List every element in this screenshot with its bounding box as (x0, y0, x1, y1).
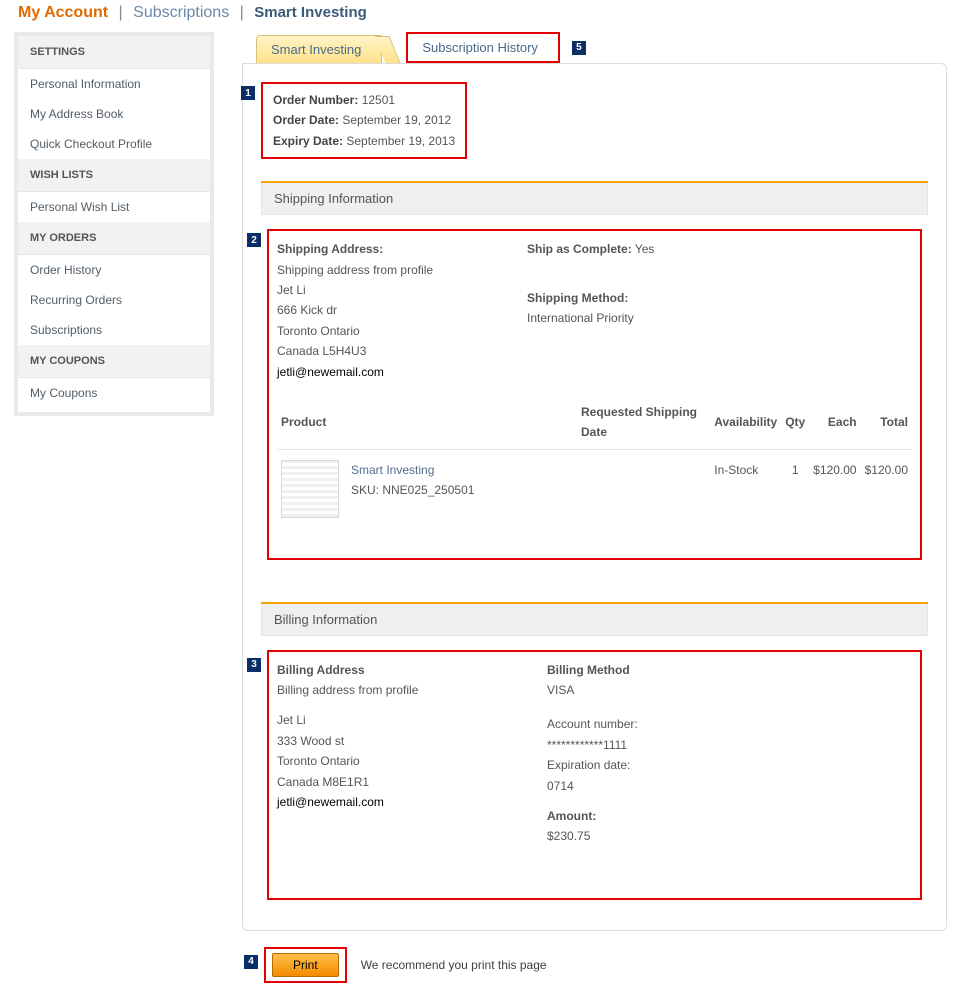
ship-complete-label: Ship as Complete: (527, 242, 632, 256)
shipping-country-postal: Canada L5H4U3 (277, 341, 487, 361)
sidebar-header-my-orders: MY ORDERS (18, 222, 210, 255)
sidebar-item-personal-wish-list[interactable]: Personal Wish List (18, 192, 210, 222)
billing-city-region: Toronto Ontario (277, 751, 507, 771)
billing-address-label: Billing Address (277, 660, 507, 680)
product-table: Product Requested Shipping Date Availabi… (277, 396, 912, 528)
shipping-address-note: Shipping address from profile (277, 260, 487, 280)
marker-1: 1 (241, 86, 255, 100)
sidebar-header-settings: SETTINGS (18, 36, 210, 69)
product-sku: SKU: NNE025_250501 (351, 480, 474, 500)
billing-method-block: Billing Method VISA Account number: ****… (547, 660, 867, 847)
ship-complete-value: Yes (635, 242, 655, 256)
tabs: Smart Investing Subscription History 5 (242, 32, 947, 63)
marker-3: 3 (247, 658, 261, 672)
sidebar-item-my-coupons[interactable]: My Coupons (18, 378, 210, 412)
col-qty: Qty (781, 396, 809, 449)
shipping-method-label: Shipping Method: (527, 288, 847, 308)
billing-method-value: VISA (547, 680, 867, 700)
shipping-city-region: Toronto Ontario (277, 321, 487, 341)
cell-total: $120.00 (861, 449, 912, 528)
billing-address-block: Billing Address Billing address from pro… (277, 660, 507, 847)
sidebar-item-subscriptions[interactable]: Subscriptions (18, 315, 210, 345)
callout-2: 2 Shipping Address: Shipping address fro… (267, 229, 922, 560)
col-each: Each (809, 396, 860, 449)
separator: | (119, 4, 123, 21)
main-content: Smart Investing Subscription History 5 1… (242, 32, 947, 983)
sidebar: SETTINGS Personal Information My Address… (14, 32, 214, 416)
billing-email: jetli@newemail.com (277, 792, 507, 812)
breadcrumb-my-account[interactable]: My Account (18, 4, 108, 21)
callout-5: Subscription History (406, 32, 560, 63)
amount-label: Amount: (547, 806, 867, 826)
panel: 1 Order Number: 12501 Order Date: Septem… (242, 63, 947, 931)
callout-3: 3 Billing Address Billing address from p… (267, 650, 922, 900)
expiry-date-label: Expiry Date: (273, 134, 343, 148)
col-requested-date: Requested Shipping Date (577, 396, 710, 449)
col-total: Total (861, 396, 912, 449)
shipping-method-block: Ship as Complete: Yes Shipping Method: I… (527, 239, 847, 382)
breadcrumb-current: Smart Investing (254, 4, 367, 21)
breadcrumb-subscriptions[interactable]: Subscriptions (133, 4, 229, 21)
table-row: Smart Investing SKU: NNE025_250501 In-St… (277, 449, 912, 528)
shipping-email: jetli@newemail.com (277, 362, 487, 382)
order-date-label: Order Date: (273, 113, 339, 127)
sidebar-item-recurring-orders[interactable]: Recurring Orders (18, 285, 210, 315)
shipping-section-title: Shipping Information (261, 183, 928, 215)
billing-name: Jet Li (277, 710, 507, 730)
cell-requested-date (577, 449, 710, 528)
shipping-address-label: Shipping Address: (277, 239, 487, 259)
expiry-date-value: September 19, 2013 (346, 134, 455, 148)
separator: | (240, 4, 244, 21)
account-number-value: ************1111 (547, 735, 867, 755)
order-meta: Order Number: 12501 Order Date: Septembe… (273, 90, 455, 151)
order-date-value: September 19, 2012 (342, 113, 451, 127)
shipping-address-block: Shipping Address: Shipping address from … (277, 239, 487, 382)
sidebar-item-order-history[interactable]: Order History (18, 255, 210, 285)
sidebar-item-my-address-book[interactable]: My Address Book (18, 99, 210, 129)
order-number-value: 12501 (362, 93, 395, 107)
billing-country-postal: Canada M8E1R1 (277, 772, 507, 792)
billing-address-note: Billing address from profile (277, 680, 507, 700)
print-row: 4 Print We recommend you print this page (264, 947, 947, 983)
shipping-name: Jet Li (277, 280, 487, 300)
expiration-label: Expiration date: (547, 755, 867, 775)
sidebar-header-wishlists: WISH LISTS (18, 159, 210, 192)
marker-4: 4 (244, 955, 258, 969)
sidebar-item-quick-checkout-profile[interactable]: Quick Checkout Profile (18, 129, 210, 159)
shipping-method-value: International Priority (527, 308, 847, 328)
billing-street: 333 Wood st (277, 731, 507, 751)
amount-value: $230.75 (547, 826, 867, 846)
product-thumbnail (281, 460, 339, 518)
col-availability: Availability (710, 396, 781, 449)
billing-section-title: Billing Information (261, 604, 928, 636)
breadcrumb: My Account | Subscriptions | Smart Inves… (0, 0, 959, 32)
marker-5: 5 (572, 41, 586, 55)
billing-method-label: Billing Method (547, 660, 867, 680)
account-number-label: Account number: (547, 714, 867, 734)
print-button[interactable]: Print (272, 953, 339, 977)
expiration-value: 0714 (547, 776, 867, 796)
sidebar-header-my-coupons: MY COUPONS (18, 345, 210, 378)
order-number-label: Order Number: (273, 93, 358, 107)
cell-qty: 1 (781, 449, 809, 528)
callout-4: 4 Print (264, 947, 347, 983)
tab-subscription-history[interactable]: Subscription History (408, 34, 558, 61)
sidebar-item-personal-information[interactable]: Personal Information (18, 69, 210, 99)
marker-2: 2 (247, 233, 261, 247)
col-product: Product (277, 396, 577, 449)
product-name-link[interactable]: Smart Investing (351, 463, 434, 477)
print-hint: We recommend you print this page (361, 958, 547, 972)
tab-smart-investing[interactable]: Smart Investing (256, 35, 382, 63)
cell-availability: In-Stock (710, 449, 781, 528)
cell-each: $120.00 (809, 449, 860, 528)
callout-1: 1 Order Number: 12501 Order Date: Septem… (261, 82, 467, 159)
shipping-street: 666 Kick dr (277, 300, 487, 320)
